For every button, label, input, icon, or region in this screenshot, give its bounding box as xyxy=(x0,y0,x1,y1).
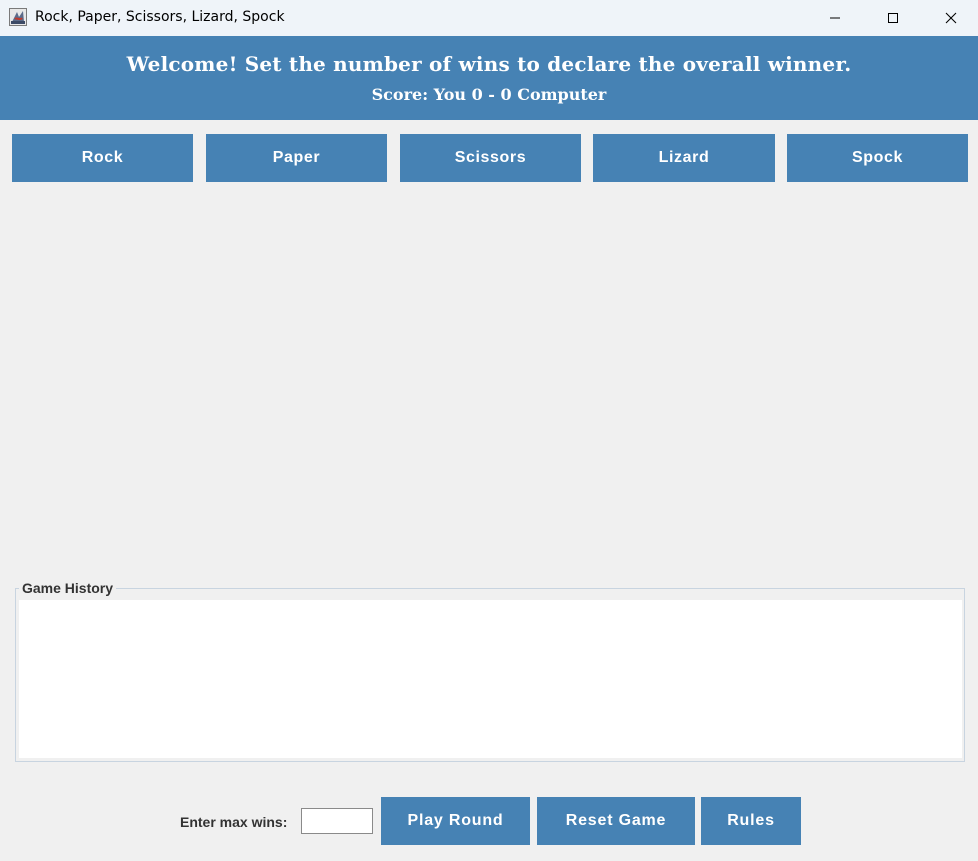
rules-button[interactable]: Rules xyxy=(701,797,801,845)
app-window: Rock, Paper, Scissors, Lizard, Spock Wel… xyxy=(0,0,978,861)
reset-game-button[interactable]: Reset Game xyxy=(537,797,695,845)
minimize-icon xyxy=(830,17,840,19)
title-bar[interactable]: Rock, Paper, Scissors, Lizard, Spock xyxy=(0,0,978,36)
spock-button[interactable]: Spock xyxy=(787,134,968,182)
maximize-icon xyxy=(888,13,898,23)
minimize-button[interactable] xyxy=(808,0,862,36)
max-wins-input[interactable] xyxy=(301,808,373,834)
close-button[interactable] xyxy=(924,0,978,36)
rock-button[interactable]: Rock xyxy=(12,134,193,182)
score-label: Score: You 0 - 0 Computer xyxy=(371,85,607,104)
game-history-title: Game History xyxy=(19,580,117,596)
welcome-message: Welcome! Set the number of wins to decla… xyxy=(126,52,852,76)
java-app-icon xyxy=(9,8,27,26)
max-wins-label: Enter max wins: xyxy=(180,814,288,830)
scissors-button[interactable]: Scissors xyxy=(400,134,581,182)
lizard-button[interactable]: Lizard xyxy=(593,134,775,182)
header-panel: Welcome! Set the number of wins to decla… xyxy=(0,36,978,120)
maximize-button[interactable] xyxy=(866,0,920,36)
paper-button[interactable]: Paper xyxy=(206,134,387,182)
window-title: Rock, Paper, Scissors, Lizard, Spock xyxy=(35,9,285,25)
close-icon xyxy=(945,12,957,24)
play-round-button[interactable]: Play Round xyxy=(381,797,530,845)
game-history-textarea[interactable] xyxy=(19,600,962,758)
